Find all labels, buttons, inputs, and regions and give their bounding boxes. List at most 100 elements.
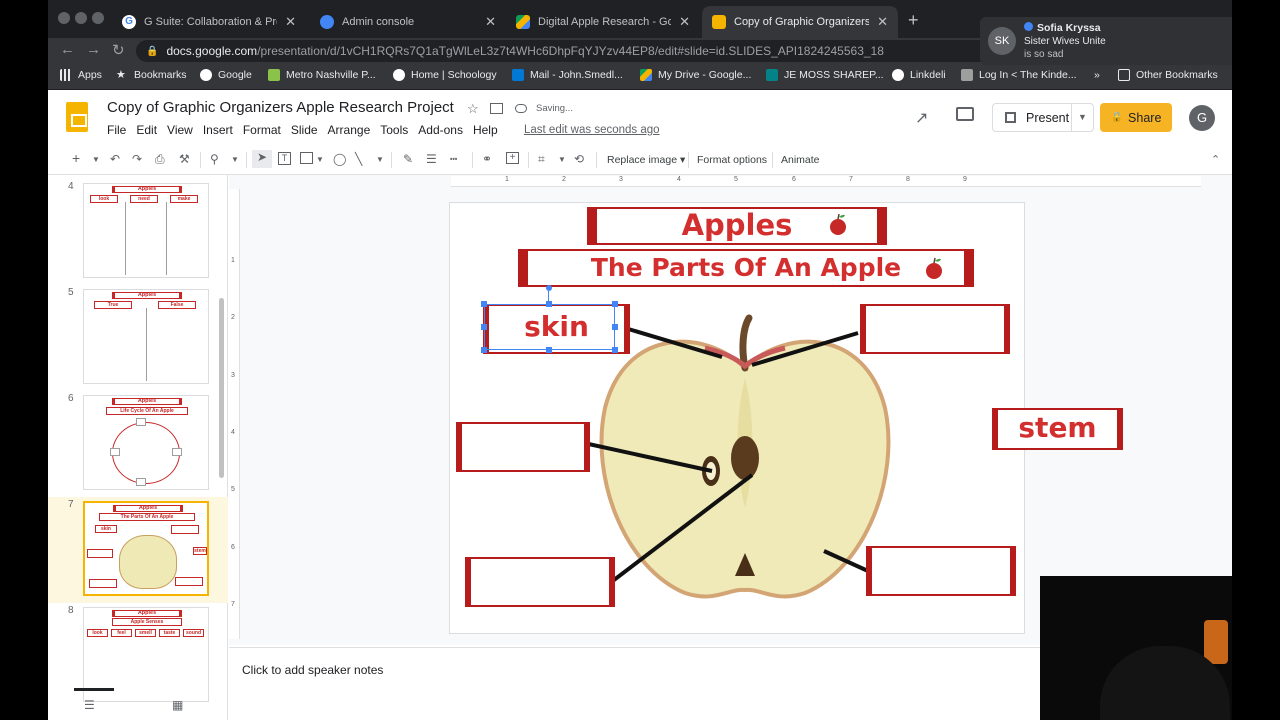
slide-canvas: 1 2 3 4 5 6 7 8 9 1 2 3 4 5 6 7 Apples T… [229, 175, 1232, 645]
bookmarks-overflow[interactable]: » [1094, 69, 1100, 81]
close-icon[interactable]: ✕ [285, 14, 296, 30]
reload-icon[interactable]: ↻ [112, 41, 125, 59]
slide-thumbnail-6[interactable]: 6 Apples Life Cycle Of An Apple [48, 391, 228, 497]
forward-icon[interactable]: → [86, 41, 101, 58]
notification-popup[interactable]: SK Sofia Kryssa Sister Wives Unite is so… [980, 17, 1232, 65]
paint-format-icon[interactable]: ⚒ [179, 152, 190, 166]
new-slide-icon[interactable]: + [72, 150, 80, 166]
select-cursor-icon[interactable]: ➤ [252, 150, 272, 168]
label-box-stem[interactable]: stem [992, 408, 1123, 450]
bookmark-metro-nashville[interactable]: Metro Nashville P... [268, 69, 376, 81]
close-icon[interactable]: ✕ [485, 14, 496, 30]
zoom-dropdown-icon[interactable]: ▼ [231, 155, 239, 164]
activity-trend-icon[interactable]: ↗ [915, 108, 928, 128]
tab-digital-apple-research[interactable]: Digital Apple Research - Googl ✕ [506, 6, 700, 38]
close-icon[interactable]: ✕ [679, 14, 690, 30]
filmstrip-scrollbar[interactable] [219, 298, 224, 478]
label-box-empty-bottom-left[interactable] [465, 557, 615, 607]
back-icon[interactable]: ← [60, 41, 75, 58]
slide-thumbnail-5[interactable]: 5 Apples True False [48, 285, 228, 391]
close-icon[interactable]: ✕ [877, 14, 888, 30]
bookmark-google[interactable]: Google [200, 69, 252, 81]
new-tab-button[interactable]: + [908, 10, 919, 31]
menu-format[interactable]: Format [243, 123, 281, 137]
bookmark-bookmarks[interactable]: ★ Bookmarks [116, 69, 187, 81]
border-color-icon[interactable]: ✎ [403, 152, 413, 166]
grid-view-icon[interactable]: ▦ [172, 698, 183, 712]
menu-view[interactable]: View [167, 123, 193, 137]
resize-handle[interactable] [481, 347, 487, 353]
line-dropdown-icon[interactable]: ▼ [376, 155, 384, 164]
maximize-window-dot[interactable] [92, 12, 104, 24]
filmstrip-view-icon[interactable]: ☰ [84, 698, 95, 712]
line-icon[interactable]: ╲ [355, 152, 362, 166]
rotate-handle[interactable] [546, 285, 552, 291]
bookmark-linkdeli[interactable]: Linkdeli [892, 69, 946, 81]
slides-logo-icon[interactable] [66, 102, 88, 132]
slide[interactable]: Apples The Parts Of An Apple skin [449, 202, 1025, 634]
shape-icon[interactable]: ◯ [333, 152, 346, 166]
document-title[interactable]: Copy of Graphic Organizers Apple Researc… [107, 99, 454, 116]
redo-icon[interactable]: ↷ [132, 152, 142, 166]
slide-subtitle[interactable]: The Parts Of An Apple [518, 249, 974, 287]
close-window-dot[interactable] [58, 12, 70, 24]
text-box-icon[interactable]: T [278, 152, 291, 165]
bookmark-je-moss[interactable]: JE MOSS SHAREP... [766, 69, 884, 81]
resize-handle[interactable] [481, 301, 487, 307]
menu-help[interactable]: Help [473, 123, 498, 137]
slide-thumbnail-4[interactable]: 4 Apples look need make [48, 179, 228, 285]
resize-handle[interactable] [612, 347, 618, 353]
menu-addons[interactable]: Add-ons [418, 123, 463, 137]
tab-admin-console[interactable]: Admin console ✕ [310, 6, 506, 38]
new-slide-dropdown-icon[interactable]: ▼ [92, 155, 100, 164]
menu-insert[interactable]: Insert [203, 123, 233, 137]
menu-edit[interactable]: Edit [136, 123, 157, 137]
comments-icon[interactable] [956, 107, 974, 121]
label-box-empty-top-right[interactable] [860, 304, 1010, 354]
bookmark-mail[interactable]: Mail - John.Smedl... [512, 69, 623, 81]
bookmark-schoology[interactable]: Home | Schoology [393, 69, 497, 81]
bookmark-apps[interactable]: Apps [60, 69, 102, 81]
comment-add-icon[interactable]: + [506, 152, 519, 164]
present-dropdown-icon[interactable]: ▼ [1071, 104, 1093, 131]
account-avatar[interactable]: G [1189, 105, 1215, 131]
replace-image-button[interactable]: Replace image ▾ [607, 154, 685, 166]
resize-handle[interactable] [612, 301, 618, 307]
link-icon[interactable]: ⚭ [482, 152, 492, 166]
bookmark-other[interactable]: Other Bookmarks [1118, 69, 1218, 81]
format-options-button[interactable]: Format options [697, 154, 767, 166]
resize-handle[interactable] [612, 324, 618, 330]
crop-dropdown-icon[interactable]: ▼ [558, 155, 566, 164]
crop-icon[interactable]: ⌗ [538, 152, 545, 167]
print-icon[interactable]: ⎙ [155, 152, 165, 167]
bookmark-kinder[interactable]: Log In < The Kinde... [961, 69, 1077, 81]
zoom-icon[interactable]: ⚲ [210, 152, 219, 166]
label-box-empty-bottom-right[interactable] [866, 546, 1016, 596]
reset-image-icon[interactable]: ⟲ [574, 152, 584, 166]
menu-file[interactable]: File [107, 123, 126, 137]
share-button[interactable]: 🔒 Share [1100, 103, 1172, 132]
tab-copy-graphic-organizers[interactable]: Copy of Graphic Organizers Ap ✕ [702, 6, 898, 38]
present-button[interactable]: Present ▼ [992, 103, 1094, 132]
resize-handle[interactable] [546, 347, 552, 353]
menu-tools[interactable]: Tools [380, 123, 408, 137]
border-weight-icon[interactable]: ☰ [426, 152, 437, 166]
border-dash-icon[interactable]: ┅ [450, 152, 457, 166]
resize-handle[interactable] [481, 324, 487, 330]
image-icon[interactable] [300, 152, 313, 164]
star-icon[interactable]: ☆ [467, 101, 479, 117]
collapse-toolbar-icon[interactable]: ⌃ [1211, 153, 1220, 166]
bookmark-my-drive[interactable]: My Drive - Google... [640, 69, 751, 81]
undo-icon[interactable]: ↶ [110, 152, 120, 166]
last-edit-link[interactable]: Last edit was seconds ago [524, 124, 660, 136]
menu-slide[interactable]: Slide [291, 123, 318, 137]
label-box-empty-middle-left[interactable] [456, 422, 590, 472]
tab-gsuite[interactable]: G G Suite: Collaboration & Produ ✕ [112, 6, 306, 38]
resize-handle[interactable] [546, 301, 552, 307]
minimize-window-dot[interactable] [75, 12, 87, 24]
slide-thumbnail-7[interactable]: 7 Apples The Parts Of An Apple skin stem [48, 497, 228, 603]
move-folder-icon[interactable] [490, 103, 503, 114]
animate-button[interactable]: Animate [781, 154, 820, 166]
menu-arrange[interactable]: Arrange [328, 123, 371, 137]
image-dropdown-icon[interactable]: ▼ [316, 155, 324, 164]
